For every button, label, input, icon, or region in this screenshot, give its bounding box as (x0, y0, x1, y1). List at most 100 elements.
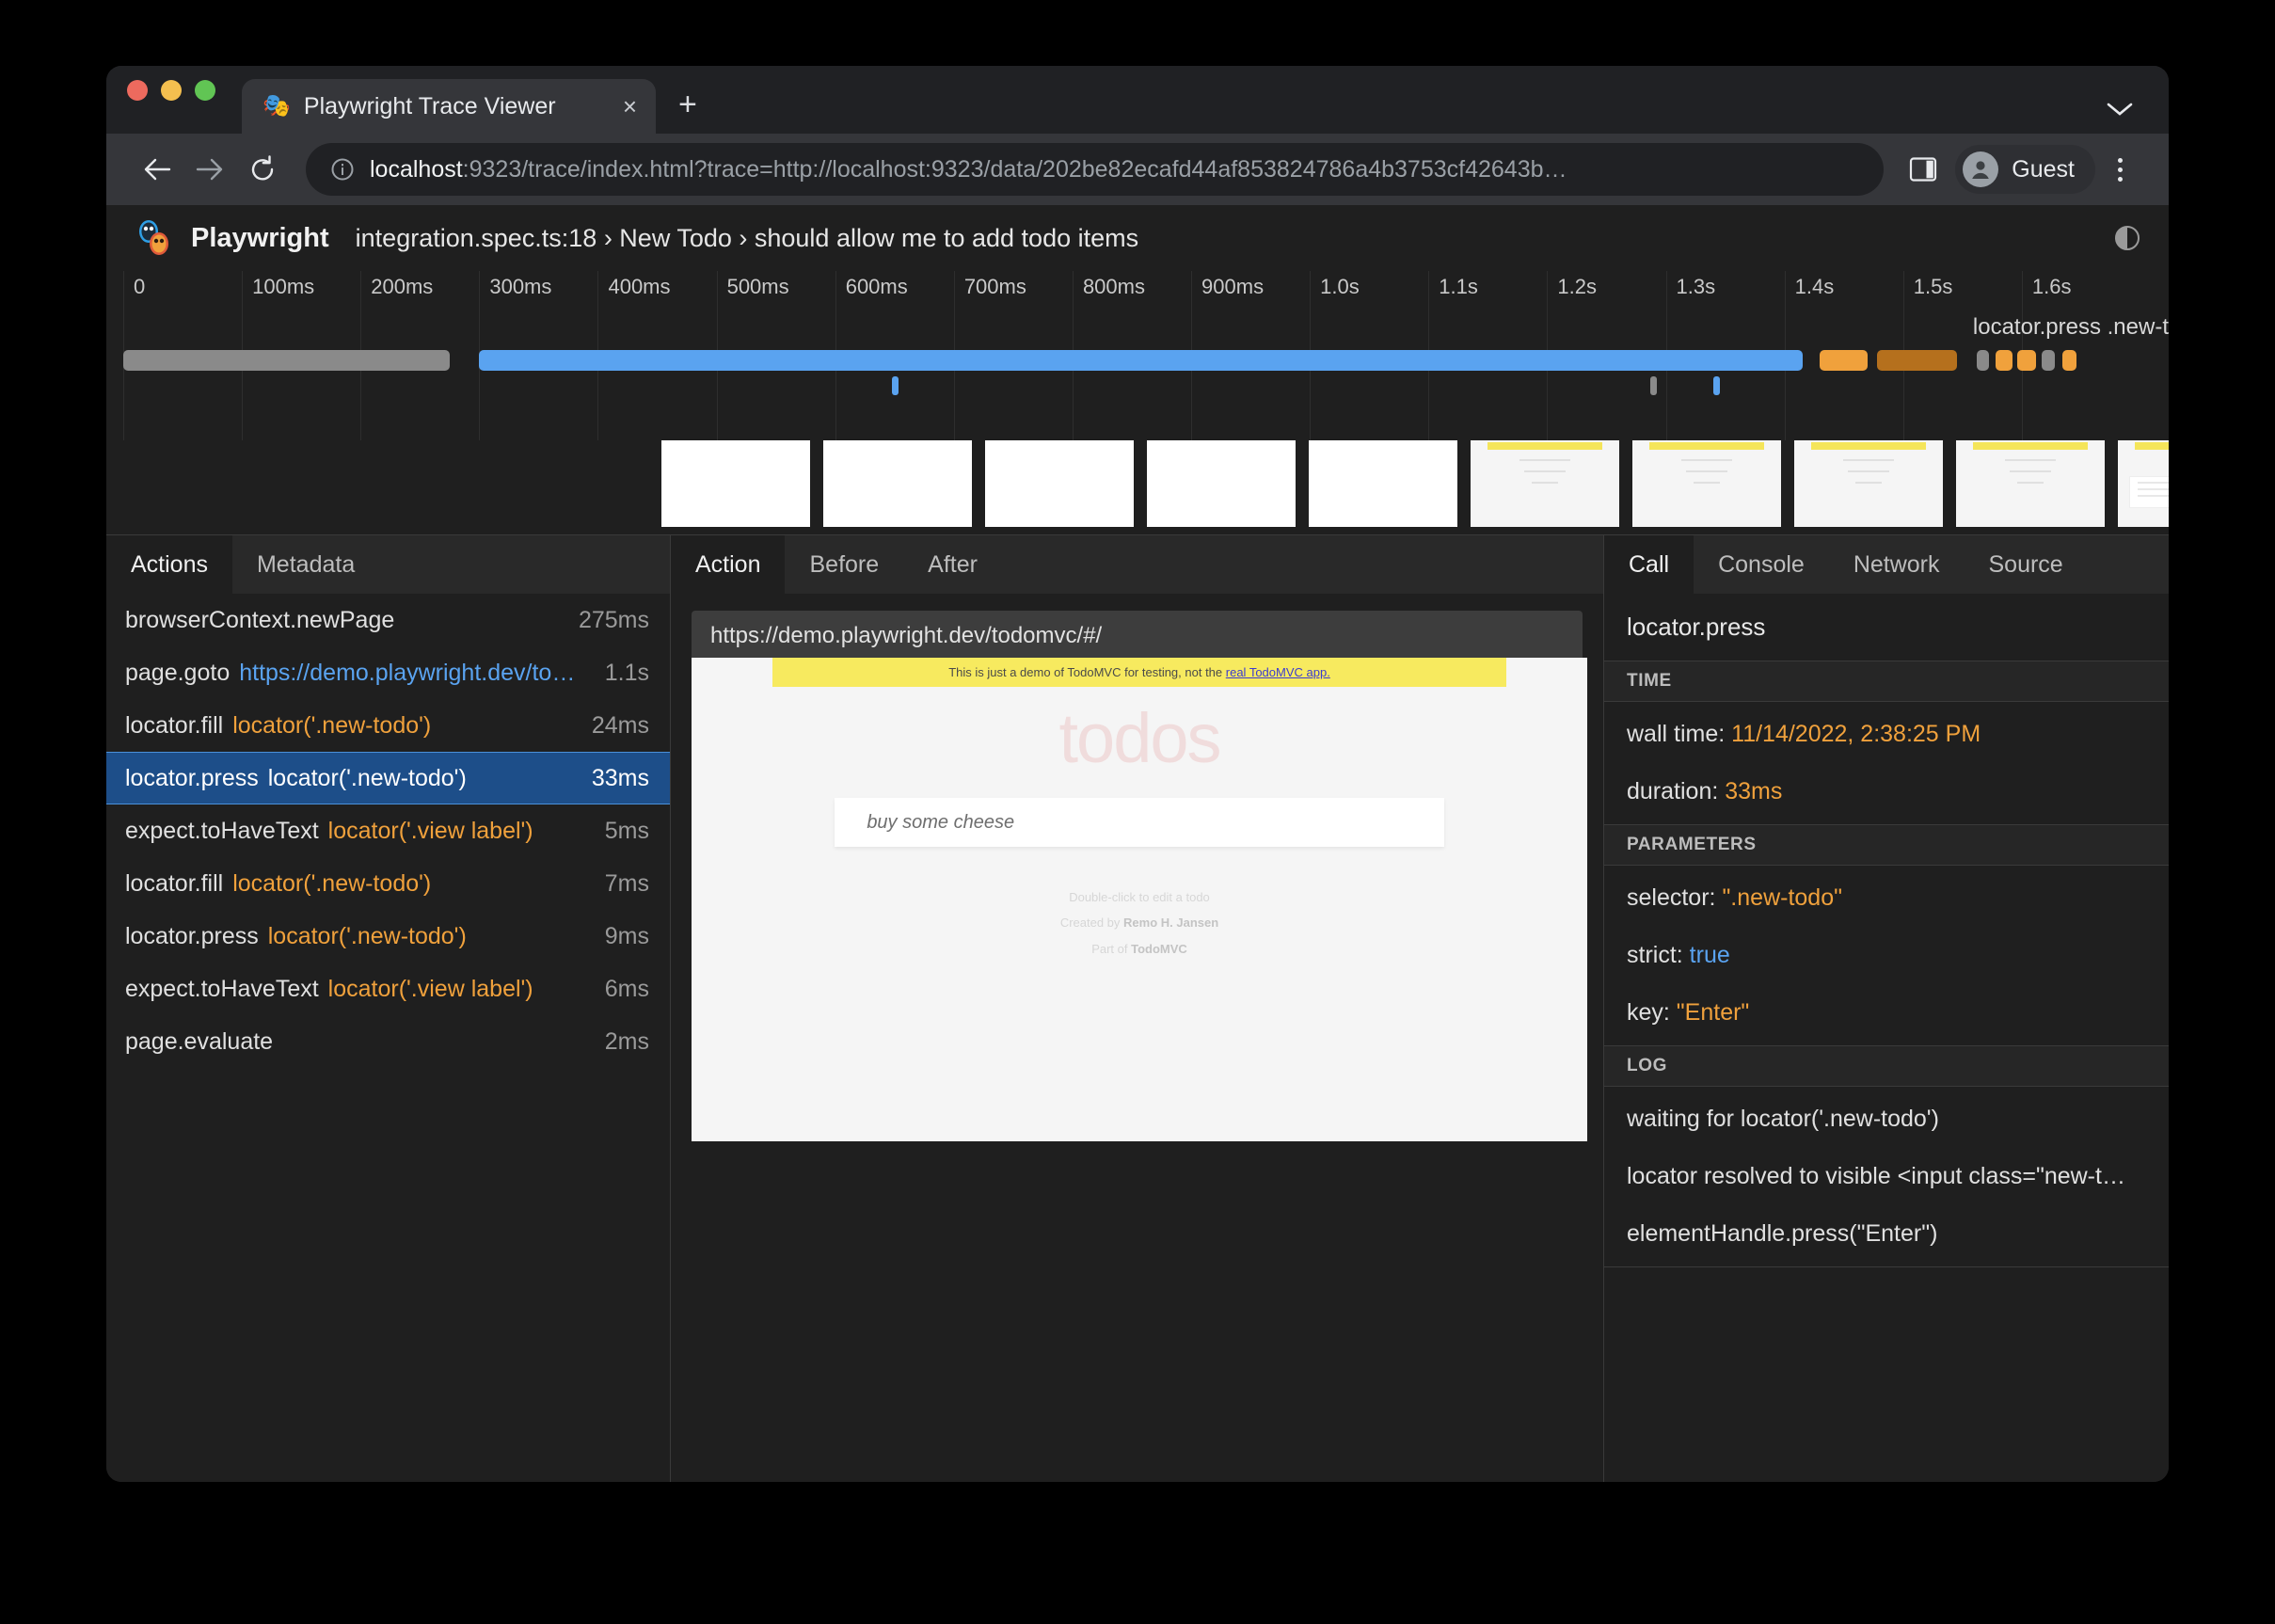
browser-tab[interactable]: 🎭 Playwright Trace Viewer × (242, 79, 656, 134)
trace-viewer-header: Playwright integration.spec.ts:18 › New … (106, 205, 2169, 271)
browser-window: 🎭 Playwright Trace Viewer × + localhost:… (106, 66, 2169, 1482)
tab-source[interactable]: Source (1965, 535, 2088, 594)
timeline-tick-label: 1.1s (1439, 275, 1478, 298)
log-row: elementHandle.press("Enter") (1627, 1220, 1938, 1247)
timeline-ruler: 0 100ms 200ms 300ms 400ms 500ms 600ms 700ms 800m… (106, 271, 2169, 440)
breadcrumb: integration.spec.ts:18 › New Todo › shou… (355, 223, 1139, 252)
tab-strip: 🎭 Playwright Trace Viewer × + (106, 66, 2169, 134)
action-row[interactable]: browserContext.newPage 275ms (106, 594, 670, 646)
timeline-tick-label: 100ms (252, 275, 315, 298)
tab-before[interactable]: Before (785, 535, 903, 594)
action-row[interactable]: page.evaluate 2ms (106, 1015, 670, 1068)
tab-console[interactable]: Console (1694, 535, 1829, 594)
minimize-window-button[interactable] (161, 80, 182, 101)
action-row[interactable]: locator.press locator('.new-todo') 33ms (106, 752, 670, 804)
timeline-tick-label: 300ms (489, 275, 552, 298)
filmstrip-frame[interactable] (1956, 440, 2105, 527)
time-section-header: TIME (1604, 661, 2169, 702)
filmstrip-frame[interactable] (661, 440, 810, 527)
filmstrip-frame[interactable] (1147, 440, 1296, 527)
todo-new-input[interactable]: buy some cheese (835, 798, 1444, 847)
action-row[interactable]: expect.toHaveText locator('.view label') 6… (106, 963, 670, 1015)
address-bar-host: localhost (370, 155, 463, 183)
parameter-rows: selector: ".new-todo" strict: true key: "E… (1604, 866, 2169, 1046)
timeline-bar[interactable] (2061, 350, 2076, 371)
side-panel-icon[interactable] (1899, 145, 1948, 194)
chevron-down-icon[interactable] (2107, 96, 2133, 120)
timeline-event-mark[interactable] (1650, 376, 1658, 395)
action-row[interactable]: expect.toHaveText locator('.view label') 5… (106, 804, 670, 857)
todo-banner-link[interactable]: real TodoMVC app. (1226, 665, 1330, 679)
maximize-window-button[interactable] (195, 80, 215, 101)
timeline-bar[interactable] (479, 350, 1803, 371)
action-row[interactable]: page.goto https://demo.playwright.dev/to…… (106, 646, 670, 699)
timeline-bar[interactable] (1820, 350, 1868, 371)
tab-network[interactable]: Network (1829, 535, 1965, 594)
tab-action[interactable]: Action (671, 535, 786, 594)
timeline-event-mark[interactable] (892, 376, 899, 395)
action-duration: 9ms (604, 922, 649, 949)
actions-tabbar: Actions Metadata (106, 535, 670, 594)
reload-button[interactable] (236, 143, 289, 196)
close-tab-icon[interactable]: × (623, 94, 637, 119)
log-section-header: LOG (1604, 1046, 2169, 1087)
profile-button[interactable]: Guest (1955, 145, 2095, 194)
actions-list[interactable]: browserContext.newPage 275ms page.goto http… (106, 594, 670, 1482)
browser-menu-icon[interactable] (2095, 145, 2144, 194)
timeline-tick-label: 0 (134, 275, 146, 298)
time-row-value: 11/14/2022, 2:38:25 PM (1731, 721, 1981, 747)
filmstrip-frame[interactable] (823, 440, 972, 527)
action-row[interactable]: locator.fill locator('.new-todo') 7ms (106, 857, 670, 910)
parameter-row-key: strict: (1627, 942, 1690, 968)
timeline-tick-label: 1.3s (1676, 275, 1716, 298)
timeline[interactable]: 0 100ms 200ms 300ms 400ms 500ms 600ms 700ms 800m… (106, 271, 2169, 440)
playwright-logo-icon (135, 218, 174, 258)
theme-toggle-icon[interactable] (2110, 221, 2144, 255)
filmstrip-frame[interactable] (1794, 440, 1943, 527)
timeline-bar[interactable] (1996, 350, 2012, 371)
timeline-bar[interactable] (2042, 350, 2056, 371)
tab-actions[interactable]: Actions (106, 535, 232, 594)
address-bar[interactable]: localhost:9323/trace/index.html?trace=ht… (306, 143, 1885, 196)
forward-button[interactable] (183, 143, 236, 196)
snapshot-preview[interactable]: This is just a demo of TodoMVC for testi… (692, 658, 1587, 1141)
todo-footer: Double-click to edit a todo Created by R… (692, 884, 1587, 962)
timeline-event-mark[interactable] (1712, 376, 1720, 395)
snapshot-wrapper: https://demo.playwright.dev/todomvc/#/ T… (671, 594, 1603, 1482)
filmstrip-frame[interactable] (1632, 440, 1781, 527)
filmstrip[interactable]: todos (106, 440, 2169, 534)
snapshot-url: https://demo.playwright.dev/todomvc/#/ (692, 611, 1583, 661)
avatar (1963, 151, 1999, 187)
timeline-bar[interactable] (1976, 350, 1989, 371)
app-title: Playwright (191, 222, 329, 253)
tab-metadata[interactable]: Metadata (232, 535, 379, 594)
todo-banner-text: This is just a demo of TodoMVC for testi… (948, 665, 1226, 679)
timeline-tick-label: 200ms (371, 275, 434, 298)
tab-call[interactable]: Call (1604, 535, 1694, 594)
site-info-icon[interactable] (330, 157, 355, 182)
action-row[interactable]: locator.fill locator('.new-todo') 24ms (106, 699, 670, 752)
new-tab-button[interactable]: + (678, 88, 697, 120)
profile-name: Guest (2012, 155, 2075, 183)
timeline-bar[interactable] (2016, 350, 2036, 371)
back-button[interactable] (131, 143, 183, 196)
parameter-row: key: "Enter" (1604, 984, 2169, 1042)
timeline-tick-label: 1.5s (1913, 275, 1953, 298)
timeline-tick-label: 1.2s (1557, 275, 1597, 298)
timeline-bar[interactable] (123, 350, 450, 371)
screen: 🎭 Playwright Trace Viewer × + localhost:… (0, 0, 2275, 1624)
action-row[interactable]: locator.press locator('.new-todo') 9ms (106, 910, 670, 963)
parameter-row-key: selector: (1627, 884, 1723, 911)
filmstrip-frame[interactable]: todos (2118, 440, 2169, 527)
filmstrip-frame[interactable] (985, 440, 1134, 527)
filmstrip-frame[interactable] (1471, 440, 1619, 527)
tab-after[interactable]: After (903, 535, 1002, 594)
action-duration: 33ms (591, 764, 649, 791)
close-window-button[interactable] (127, 80, 148, 101)
todo-footer-line: Double-click to edit a todo (692, 884, 1587, 910)
call-title: locator.press (1604, 594, 2169, 661)
timeline-bar[interactable] (1877, 350, 1957, 371)
action-parameter: https://demo.playwright.dev/to… (239, 659, 576, 686)
action-duration: 275ms (578, 606, 649, 633)
filmstrip-frame[interactable] (1309, 440, 1457, 527)
